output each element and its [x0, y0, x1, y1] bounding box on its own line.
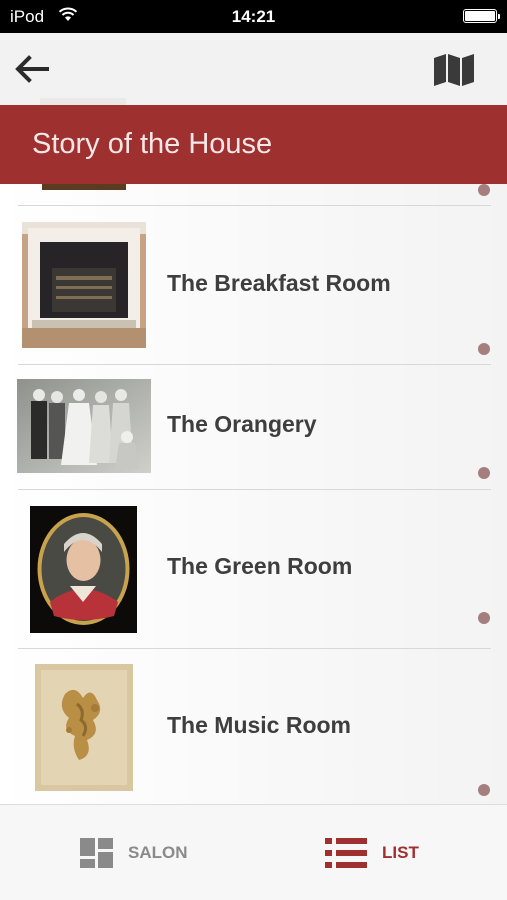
list-icon [325, 838, 367, 868]
room-label: The Green Room [167, 553, 353, 579]
list-dot [478, 467, 490, 479]
list-dot [478, 612, 490, 624]
status-bar: iPod 14:21 [0, 0, 507, 33]
section-header: Story of the House [0, 105, 507, 184]
room-label: The Breakfast Room [167, 270, 391, 296]
map-icon[interactable] [433, 53, 475, 87]
list-dot [478, 784, 490, 796]
tab-salon-label: SALON [128, 843, 188, 862]
breakfast-room-thumbnail [22, 222, 146, 348]
page-title: Story of the House [32, 128, 273, 160]
back-arrow-icon[interactable] [14, 53, 50, 85]
room-list[interactable]: The Breakfast Room The Orangery The Gree… [0, 184, 507, 804]
list-item-music-room[interactable]: The Music Room [0, 649, 507, 804]
list-item-green-room[interactable]: The Green Room [0, 490, 507, 648]
clock: 14:21 [231, 7, 276, 26]
tab-list-label: LIST [382, 843, 419, 862]
list-item-orangery[interactable]: The Orangery [0, 365, 507, 489]
previous-item-thumbnail [42, 184, 126, 190]
music-room-thumbnail [35, 664, 133, 791]
list-item-breakfast-room[interactable]: The Breakfast Room [0, 206, 507, 364]
room-label: The Music Room [167, 712, 352, 738]
orangery-thumbnail [17, 379, 151, 473]
grid-icon [80, 838, 113, 868]
tab-list[interactable]: LIST [325, 805, 445, 900]
room-label: The Orangery [167, 411, 317, 437]
list-dot [478, 343, 490, 355]
green-room-thumbnail [30, 506, 137, 633]
battery-icon [463, 9, 500, 23]
nav-bar [0, 33, 507, 143]
list-dot [478, 184, 490, 196]
tab-salon[interactable]: SALON [80, 805, 230, 900]
tab-bar: SALON LIST [0, 804, 507, 900]
